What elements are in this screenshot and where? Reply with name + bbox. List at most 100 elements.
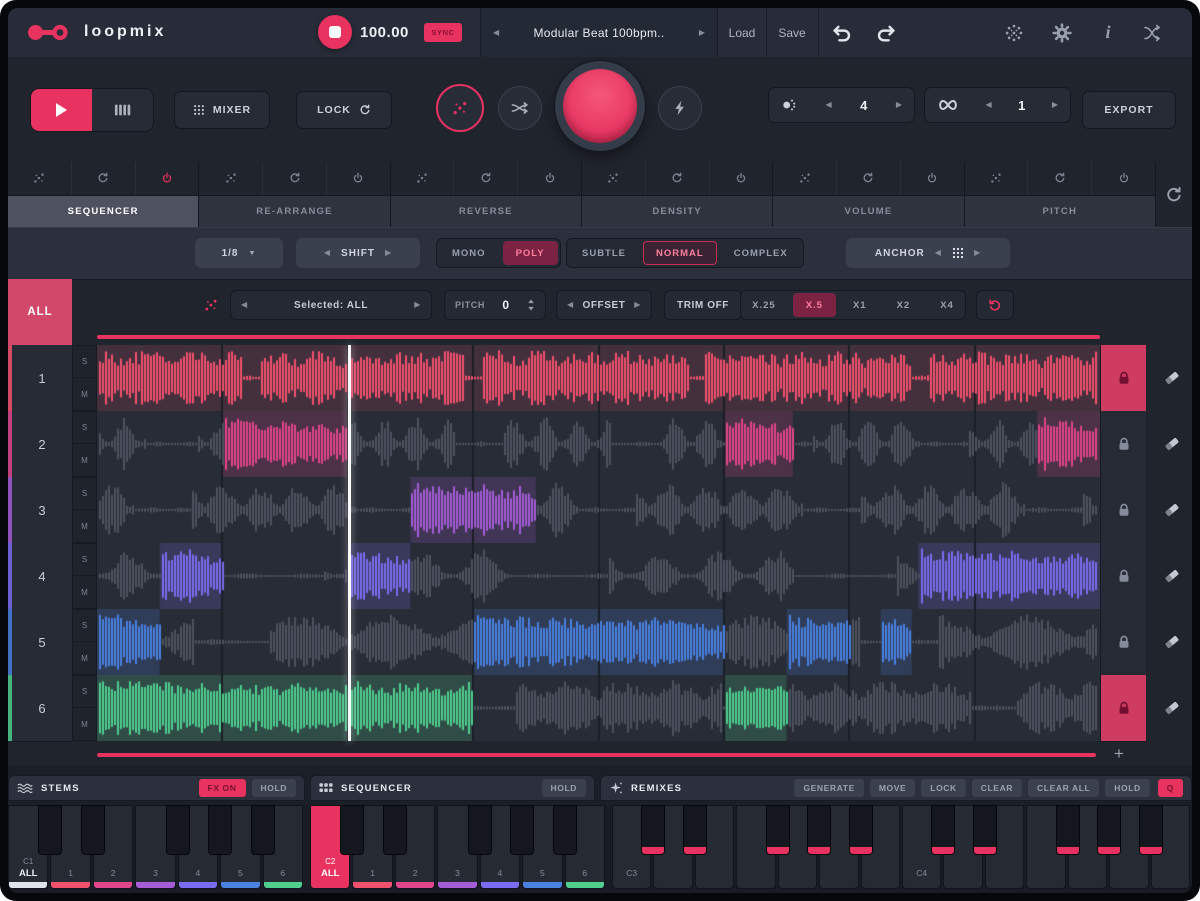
speed-x1[interactable]: X1: [840, 293, 880, 317]
key-stems-black[interactable]: [251, 805, 275, 855]
cycle-button-volume[interactable]: [837, 162, 901, 195]
mute-button[interactable]: M: [72, 378, 97, 411]
speed-x-5[interactable]: X.5: [793, 293, 836, 317]
selected-prev-button[interactable]: ◀: [241, 301, 248, 309]
speed-x4[interactable]: X4: [927, 293, 967, 317]
track-number[interactable]: 2: [12, 411, 72, 478]
undo-button[interactable]: [830, 23, 854, 42]
power-button-density[interactable]: [710, 162, 773, 195]
key-remix-black[interactable]: [683, 805, 707, 855]
steps-button-pitch[interactable]: [965, 162, 1029, 195]
shift-right-button[interactable]: ▶: [385, 249, 392, 257]
mute-button[interactable]: M: [72, 510, 97, 543]
key-stems-black[interactable]: [208, 805, 232, 855]
key-seq-black[interactable]: [383, 805, 407, 855]
remix-move-button[interactable]: MOVE: [870, 779, 915, 797]
solo-button[interactable]: S: [72, 543, 97, 576]
pattern-prev-button[interactable]: ◀: [825, 101, 831, 109]
power-button-sequencer[interactable]: [136, 162, 199, 195]
waveform-lane[interactable]: [97, 543, 1100, 609]
solo-button[interactable]: S: [72, 609, 97, 642]
remix-generate-button[interactable]: GENERATE: [794, 779, 863, 797]
cycle-button-density[interactable]: [646, 162, 710, 195]
waveform-lane[interactable]: [97, 675, 1100, 741]
key-remix-black[interactable]: [1097, 805, 1121, 855]
key-stems-black[interactable]: [166, 805, 190, 855]
redo-button[interactable]: [874, 23, 898, 42]
anchor-prev-button[interactable]: ◀: [935, 249, 942, 257]
steps-button-reverse[interactable]: [391, 162, 455, 195]
shuffle-button[interactable]: [498, 86, 542, 130]
preset-next-button[interactable]: ▶: [699, 29, 705, 37]
add-pattern-button[interactable]: +: [1106, 744, 1132, 764]
key-remix-black[interactable]: [1056, 805, 1080, 855]
track-clear-button[interactable]: [1152, 675, 1192, 741]
steps-button-re-arrange[interactable]: [199, 162, 263, 195]
key-remix-black[interactable]: [973, 805, 997, 855]
save-button[interactable]: Save: [766, 8, 819, 57]
rotate-button[interactable]: [976, 290, 1014, 320]
key-remix-black[interactable]: [641, 805, 665, 855]
track-clear-button[interactable]: [1152, 543, 1192, 609]
key-remix-black[interactable]: [849, 805, 873, 855]
key-seq-black[interactable]: [468, 805, 492, 855]
cycle-button-pitch[interactable]: [1028, 162, 1092, 195]
selected-label[interactable]: Selected: ALL: [294, 300, 368, 311]
remix-lock-button[interactable]: LOCK: [921, 779, 965, 797]
lock-button[interactable]: LOCK: [296, 91, 392, 129]
routing-button[interactable]: [1134, 8, 1170, 57]
steps-button-density[interactable]: [582, 162, 646, 195]
key-remix-black[interactable]: [807, 805, 831, 855]
sequencer-hold-button[interactable]: HOLD: [542, 779, 586, 797]
stop-button[interactable]: [318, 15, 352, 49]
info-button[interactable]: i: [1090, 8, 1126, 57]
track-lock-button[interactable]: [1100, 609, 1146, 676]
rate-dropdown[interactable]: 1/8 ▼: [195, 238, 283, 268]
trim-button[interactable]: TRIM OFF: [664, 290, 742, 320]
global-cycle-button[interactable]: [1156, 162, 1192, 227]
quantize-button[interactable]: Q: [1158, 779, 1183, 797]
voice-poly[interactable]: POLY: [503, 241, 558, 265]
track-number[interactable]: 5: [12, 609, 72, 676]
keys-mode-button[interactable]: [92, 89, 153, 131]
speed-x2[interactable]: X2: [884, 293, 924, 317]
bpm-display[interactable]: 100.00: [360, 8, 409, 57]
loops-next-button[interactable]: ▶: [1052, 101, 1058, 109]
mixer-button[interactable]: MIXER: [174, 91, 270, 129]
key-stems-black[interactable]: [81, 805, 105, 855]
key-seq-black[interactable]: [510, 805, 534, 855]
solo-button[interactable]: S: [72, 345, 97, 378]
track-lock-button[interactable]: [1100, 477, 1146, 544]
loops-value[interactable]: 1: [1018, 98, 1025, 113]
track-lock-button[interactable]: [1100, 411, 1146, 478]
key-remix-black[interactable]: [931, 805, 955, 855]
solo-button[interactable]: S: [72, 675, 97, 708]
track-clear-button[interactable]: [1152, 477, 1192, 543]
cycle-button-reverse[interactable]: [454, 162, 518, 195]
load-button[interactable]: Load: [718, 8, 767, 57]
offset-next-button[interactable]: ▶: [634, 301, 641, 309]
waveform-lane[interactable]: [97, 411, 1100, 477]
offset-prev-button[interactable]: ◀: [567, 301, 574, 309]
cycle-button-sequencer[interactable]: [72, 162, 136, 195]
waveform-lane[interactable]: [97, 477, 1100, 543]
pitch-control[interactable]: PITCH 0: [444, 290, 546, 320]
tab-reverse[interactable]: REVERSE: [391, 195, 581, 228]
fx-on-button[interactable]: FX ON: [199, 779, 246, 797]
settings-button[interactable]: [1044, 8, 1080, 57]
key-remix-black[interactable]: [766, 805, 790, 855]
tab-sequencer[interactable]: SEQUENCER: [8, 195, 198, 228]
track-lock-button[interactable]: [1100, 345, 1146, 412]
mute-button[interactable]: M: [72, 576, 97, 609]
track-lock-button[interactable]: [1100, 675, 1146, 742]
stepper-icon[interactable]: [527, 299, 535, 311]
complexity-subtle[interactable]: SUBTLE: [569, 241, 639, 265]
track-number[interactable]: 4: [12, 543, 72, 610]
solo-button[interactable]: S: [72, 411, 97, 444]
key-stems-black[interactable]: [38, 805, 62, 855]
track-clear-button[interactable]: [1152, 609, 1192, 675]
loops-prev-button[interactable]: ◀: [985, 101, 991, 109]
preset-name[interactable]: Modular Beat 100bpm..: [533, 26, 664, 40]
pattern-next-button[interactable]: ▶: [896, 101, 902, 109]
mute-button[interactable]: M: [72, 444, 97, 477]
